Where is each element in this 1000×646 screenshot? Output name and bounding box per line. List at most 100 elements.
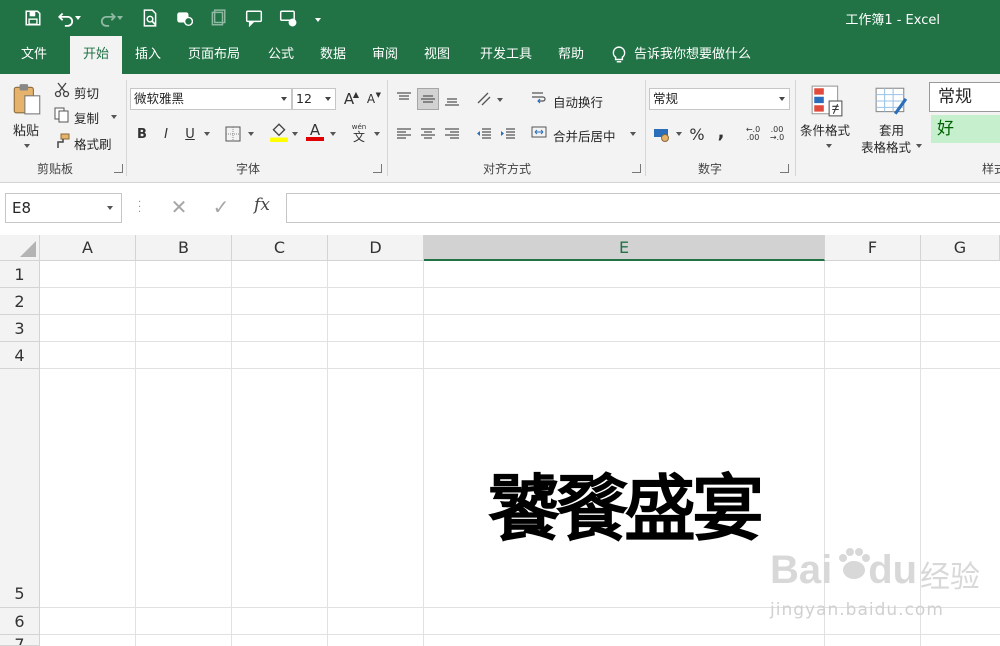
- tab-developer[interactable]: 开发工具: [468, 36, 544, 74]
- fill-color-button[interactable]: [268, 121, 290, 143]
- underline-dropdown-icon[interactable]: [204, 132, 210, 136]
- align-middle-button[interactable]: [417, 88, 439, 110]
- format-table-dropdown-icon[interactable]: [916, 144, 922, 148]
- accounting-dropdown-icon[interactable]: [676, 132, 682, 136]
- clipboard-launcher-icon[interactable]: [114, 164, 123, 173]
- borders-dropdown-icon[interactable]: [248, 132, 254, 136]
- align-left-button[interactable]: [393, 123, 415, 145]
- column-header-a[interactable]: A: [40, 235, 136, 261]
- shrink-font-button[interactable]: A ▼: [360, 88, 382, 110]
- accounting-format-button[interactable]: [650, 123, 672, 145]
- align-right-button[interactable]: [441, 123, 463, 145]
- drag-handle-icon[interactable]: · · ·: [138, 198, 141, 218]
- format-table-label-2[interactable]: 表格格式: [861, 137, 911, 156]
- chevron-down-icon[interactable]: [107, 206, 113, 210]
- column-header-d[interactable]: D: [328, 235, 424, 261]
- font-launcher-icon[interactable]: [373, 164, 382, 173]
- number-format-combo[interactable]: 常规: [649, 88, 790, 110]
- align-top-button[interactable]: [393, 88, 415, 110]
- decrease-indent-button[interactable]: [473, 123, 495, 145]
- font-name-combo[interactable]: 微软雅黑: [130, 88, 292, 110]
- comment-icon[interactable]: [242, 6, 266, 30]
- phonetic-dropdown-icon[interactable]: [374, 132, 380, 136]
- undo-dropdown-icon[interactable]: [72, 6, 84, 30]
- conditional-format-button[interactable]: 条件格式: [800, 120, 850, 139]
- row-header-6[interactable]: 6: [0, 608, 40, 635]
- paste-icon[interactable]: [10, 82, 44, 116]
- select-all-button[interactable]: [0, 235, 40, 261]
- orientation-dropdown-icon[interactable]: [497, 98, 503, 102]
- format-painter-label[interactable]: 格式刷: [74, 134, 112, 153]
- row-header-5[interactable]: 5: [0, 369, 40, 608]
- font-color-button[interactable]: A: [304, 121, 326, 143]
- cancel-icon[interactable]: ✕: [168, 195, 190, 219]
- italic-button[interactable]: I: [155, 123, 177, 145]
- cell-e5-content[interactable]: 饕餮盛宴: [424, 450, 824, 555]
- cut-icon[interactable]: [54, 82, 70, 98]
- tell-me-search[interactable]: 告诉我你想要做什么: [634, 36, 774, 74]
- grow-font-button[interactable]: A ▲: [338, 88, 360, 110]
- font-size-combo[interactable]: 12: [292, 88, 336, 110]
- macro-record-icon[interactable]: [172, 6, 196, 30]
- paste-dropdown-icon[interactable]: [24, 144, 30, 148]
- tab-help[interactable]: 帮助: [548, 36, 594, 74]
- row-header-3[interactable]: 3: [0, 315, 40, 342]
- wrap-text-button[interactable]: 自动换行: [553, 92, 603, 111]
- enter-check-icon[interactable]: ✓: [210, 195, 232, 219]
- copy-dropdown-icon[interactable]: [111, 115, 117, 119]
- number-launcher-icon[interactable]: [780, 164, 789, 173]
- insert-function-icon[interactable]: fx: [250, 195, 274, 219]
- row-header-2[interactable]: 2: [0, 288, 40, 315]
- tab-formulas[interactable]: 公式: [258, 36, 304, 74]
- tab-insert[interactable]: 插入: [124, 36, 172, 74]
- orientation-button[interactable]: [473, 88, 495, 110]
- customize-toolbar-icon[interactable]: [310, 6, 326, 30]
- save-icon[interactable]: [21, 6, 45, 30]
- paste-label[interactable]: 粘贴: [13, 120, 39, 139]
- align-bottom-button[interactable]: [441, 88, 463, 110]
- align-center-button[interactable]: [417, 123, 439, 145]
- comma-button[interactable]: ,: [710, 121, 732, 143]
- alignment-launcher-icon[interactable]: [632, 164, 641, 173]
- tab-file[interactable]: 文件: [8, 36, 60, 74]
- merge-dropdown-icon[interactable]: [630, 132, 636, 136]
- column-header-e[interactable]: E: [424, 235, 825, 261]
- delete-comment-icon[interactable]: [276, 6, 300, 30]
- column-header-g[interactable]: G: [921, 235, 1000, 261]
- decrease-decimal-button[interactable]: .00 →.0: [766, 123, 788, 145]
- increase-indent-button[interactable]: [497, 123, 519, 145]
- row-header-1[interactable]: 1: [0, 261, 40, 288]
- style-good-cell[interactable]: 好: [931, 115, 1000, 143]
- column-header-c[interactable]: C: [232, 235, 328, 261]
- tab-data[interactable]: 数据: [310, 36, 356, 74]
- font-color-dropdown-icon[interactable]: [330, 132, 336, 136]
- row-header-4[interactable]: 4: [0, 342, 40, 369]
- borders-button[interactable]: [222, 123, 244, 145]
- bold-button[interactable]: B: [131, 123, 153, 145]
- column-header-b[interactable]: B: [136, 235, 232, 261]
- gridline: [135, 261, 136, 646]
- copy-label[interactable]: 复制: [74, 108, 99, 127]
- tab-home[interactable]: 开始: [70, 36, 122, 74]
- phonetic-button[interactable]: wén 文: [348, 122, 370, 144]
- print-preview-icon[interactable]: [138, 6, 162, 30]
- cut-label[interactable]: 剪切: [74, 83, 99, 102]
- copy-doc-icon[interactable]: [206, 6, 230, 30]
- percent-button[interactable]: %: [686, 123, 708, 145]
- column-header-f[interactable]: F: [825, 235, 921, 261]
- underline-button[interactable]: U: [179, 123, 201, 145]
- formula-input[interactable]: [286, 193, 1000, 223]
- row-header-7[interactable]: 7: [0, 635, 40, 646]
- increase-decimal-button[interactable]: ←.0.00: [742, 123, 764, 145]
- tab-review[interactable]: 审阅: [362, 36, 408, 74]
- redo-dropdown-icon[interactable]: [114, 6, 126, 30]
- tab-view[interactable]: 视图: [414, 36, 460, 74]
- copy-icon[interactable]: [54, 107, 70, 123]
- tab-page-layout[interactable]: 页面布局: [176, 36, 252, 74]
- name-box[interactable]: E8: [5, 193, 122, 223]
- format-painter-icon[interactable]: [54, 133, 70, 149]
- conditional-format-dropdown-icon[interactable]: [826, 144, 832, 148]
- fill-color-dropdown-icon[interactable]: [292, 132, 298, 136]
- style-normal-cell[interactable]: 常规: [929, 82, 1000, 112]
- merge-center-button[interactable]: 合并后居中: [553, 126, 616, 145]
